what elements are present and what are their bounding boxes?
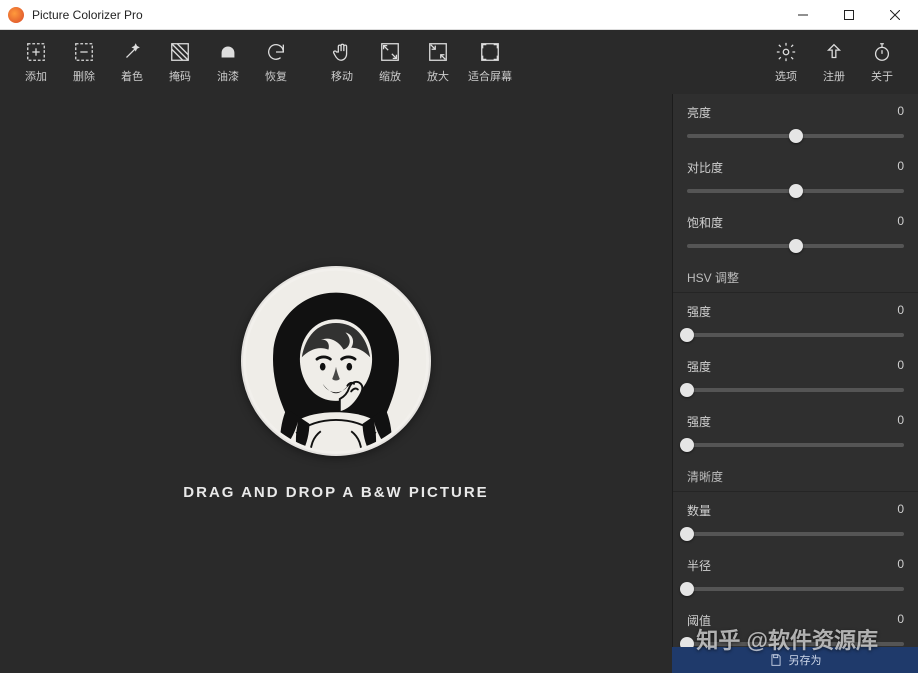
tool-label: 添加 bbox=[25, 68, 47, 84]
basic-control-1: 对比度 0 bbox=[673, 149, 918, 204]
tool-add[interactable]: 添加 bbox=[12, 36, 60, 88]
slider-track[interactable] bbox=[687, 582, 904, 596]
titlebar: Picture Colorizer Pro bbox=[0, 0, 918, 30]
slider-value: 0 bbox=[897, 557, 904, 574]
slider-thumb[interactable] bbox=[680, 582, 694, 596]
collapse-icon bbox=[426, 40, 450, 64]
tool-mask[interactable]: 掩码 bbox=[156, 36, 204, 88]
tool-label: 油漆 bbox=[217, 68, 239, 84]
slider-thumb[interactable] bbox=[789, 129, 803, 143]
tool-zoomin[interactable]: 放大 bbox=[414, 36, 462, 88]
save-as-button[interactable]: 另存为 bbox=[672, 647, 918, 673]
slider-label: 对比度 bbox=[687, 159, 723, 176]
slider-value: 0 bbox=[897, 104, 904, 121]
slider-label: 强度 bbox=[687, 413, 711, 430]
slider-value: 0 bbox=[897, 159, 904, 176]
slider-value: 0 bbox=[897, 612, 904, 629]
toolbar: 添加 删除 着色 掩码 油漆 恢复 移动 缩放 放大 适合屏幕 选项 注册 关于 bbox=[0, 30, 918, 94]
slider-thumb[interactable] bbox=[680, 438, 694, 452]
hsv-control-2: 强度 0 bbox=[673, 403, 918, 458]
basic-control-0: 亮度 0 bbox=[673, 94, 918, 149]
slider-track[interactable] bbox=[687, 328, 904, 342]
tool-undo[interactable]: 恢复 bbox=[252, 36, 300, 88]
slider-track[interactable] bbox=[687, 527, 904, 541]
app-icon bbox=[8, 7, 24, 23]
tool-about[interactable]: 关于 bbox=[858, 36, 906, 88]
slider-label: 强度 bbox=[687, 358, 711, 375]
expand-icon bbox=[378, 40, 402, 64]
save-as-label: 另存为 bbox=[789, 652, 822, 668]
tool-zoom[interactable]: 缩放 bbox=[366, 36, 414, 88]
slider-label: 阈值 bbox=[687, 612, 711, 629]
tool-paint[interactable]: 油漆 bbox=[204, 36, 252, 88]
slider-label: 数量 bbox=[687, 502, 711, 519]
tool-delete[interactable]: 删除 bbox=[60, 36, 108, 88]
hand-icon bbox=[330, 40, 354, 64]
tool-color[interactable]: 着色 bbox=[108, 36, 156, 88]
hsv-control-1: 强度 0 bbox=[673, 348, 918, 403]
save-icon bbox=[769, 653, 783, 667]
tool-label: 恢复 bbox=[265, 68, 287, 84]
tool-label: 着色 bbox=[121, 68, 143, 84]
undo-icon bbox=[264, 40, 288, 64]
tool-label: 关于 bbox=[871, 68, 893, 84]
slider-track[interactable] bbox=[687, 129, 904, 143]
wand-icon bbox=[120, 40, 144, 64]
adjustments-panel: 亮度 0 对比度 0 饱和度 0 HSV 调整 强度 0 强度 0 强度 0 清晰度 数量 0 半径 0 阈… bbox=[672, 94, 918, 673]
tool-move[interactable]: 移动 bbox=[318, 36, 366, 88]
placeholder-portrait bbox=[241, 266, 431, 456]
slider-track[interactable] bbox=[687, 438, 904, 452]
sharp-control-1: 半径 0 bbox=[673, 547, 918, 602]
tool-fit[interactable]: 适合屏幕 bbox=[462, 36, 518, 88]
window-maximize-button[interactable] bbox=[826, 0, 872, 29]
basic-control-2: 饱和度 0 bbox=[673, 204, 918, 259]
tool-label: 适合屏幕 bbox=[468, 68, 512, 84]
eraser-icon bbox=[216, 40, 240, 64]
hsv-control-0: 强度 0 bbox=[673, 293, 918, 348]
slider-value: 0 bbox=[897, 502, 904, 519]
slider-thumb[interactable] bbox=[789, 239, 803, 253]
window-minimize-button[interactable] bbox=[780, 0, 826, 29]
slider-label: 半径 bbox=[687, 557, 711, 574]
tool-register[interactable]: 注册 bbox=[810, 36, 858, 88]
slider-value: 0 bbox=[897, 214, 904, 231]
slider-thumb[interactable] bbox=[680, 328, 694, 342]
group-title-hsv: HSV 调整 bbox=[673, 259, 918, 293]
slider-track[interactable] bbox=[687, 383, 904, 397]
slider-value: 0 bbox=[897, 303, 904, 320]
canvas-dropzone[interactable]: DRAG AND DROP A B&W PICTURE bbox=[0, 94, 672, 673]
up-icon bbox=[822, 40, 846, 64]
tool-label: 选项 bbox=[775, 68, 797, 84]
tool-label: 删除 bbox=[73, 68, 95, 84]
window-title: Picture Colorizer Pro bbox=[32, 8, 780, 22]
tool-label: 缩放 bbox=[379, 68, 401, 84]
plus-box-icon bbox=[24, 40, 48, 64]
gear-icon bbox=[774, 40, 798, 64]
slider-track[interactable] bbox=[687, 239, 904, 253]
tool-label: 注册 bbox=[823, 68, 845, 84]
window-close-button[interactable] bbox=[872, 0, 918, 29]
fit-icon bbox=[478, 40, 502, 64]
slider-label: 亮度 bbox=[687, 104, 711, 121]
group-title-sharp: 清晰度 bbox=[673, 458, 918, 492]
slider-value: 0 bbox=[897, 413, 904, 430]
slider-thumb[interactable] bbox=[680, 527, 694, 541]
tool-label: 掩码 bbox=[169, 68, 191, 84]
slider-value: 0 bbox=[897, 358, 904, 375]
tool-options[interactable]: 选项 bbox=[762, 36, 810, 88]
stopwatch-icon bbox=[870, 40, 894, 64]
slider-track[interactable] bbox=[687, 184, 904, 198]
slider-thumb[interactable] bbox=[680, 383, 694, 397]
slider-label: 强度 bbox=[687, 303, 711, 320]
hatch-icon bbox=[168, 40, 192, 64]
slider-thumb[interactable] bbox=[789, 184, 803, 198]
drop-hint-text: DRAG AND DROP A B&W PICTURE bbox=[183, 484, 488, 501]
minus-box-icon bbox=[72, 40, 96, 64]
sharp-control-0: 数量 0 bbox=[673, 492, 918, 547]
slider-label: 饱和度 bbox=[687, 214, 723, 231]
tool-label: 移动 bbox=[331, 68, 353, 84]
tool-label: 放大 bbox=[427, 68, 449, 84]
